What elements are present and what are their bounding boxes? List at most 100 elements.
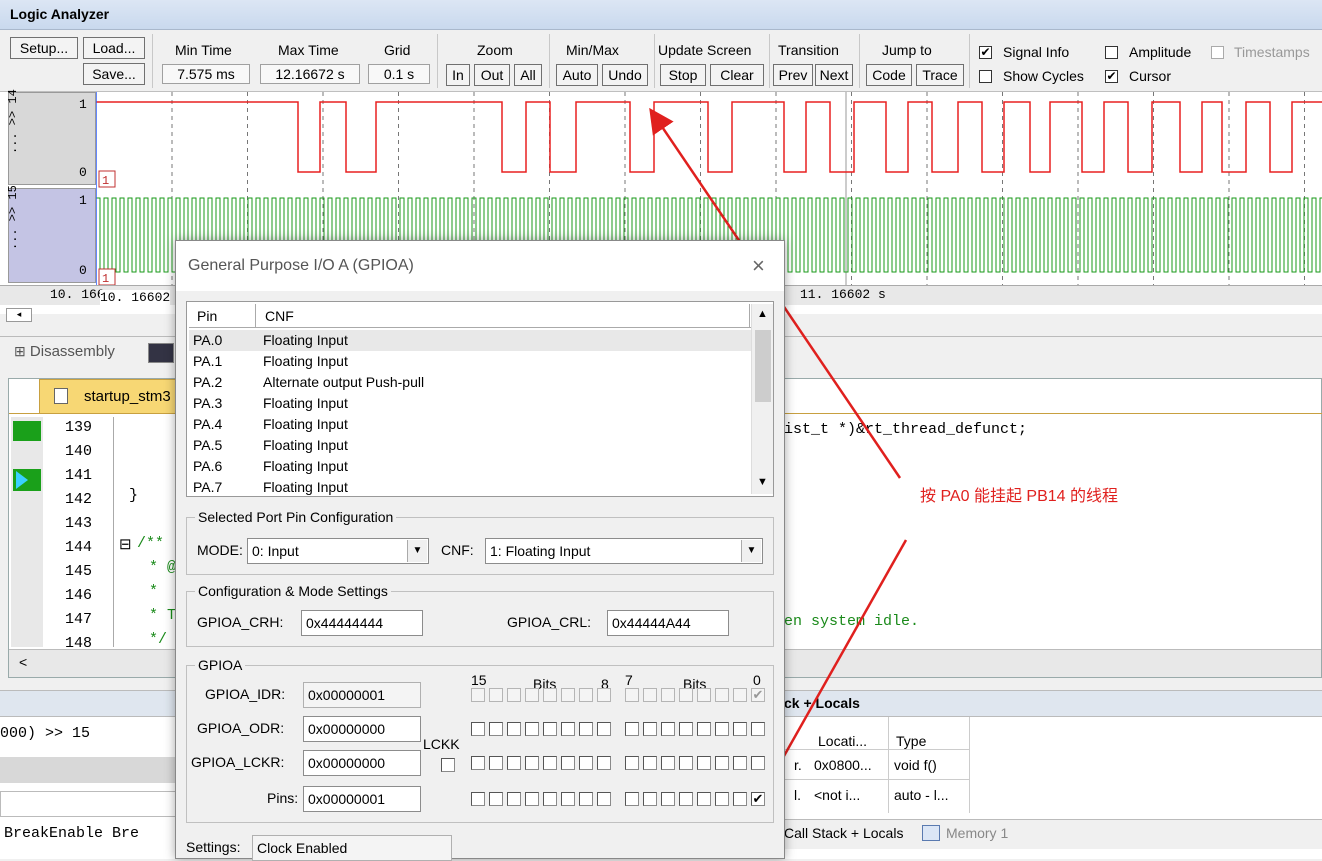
row1-location[interactable]: 0x0800... (814, 757, 872, 773)
bit-checkbox[interactable] (661, 756, 675, 770)
crh-field[interactable]: 0x44444444 (301, 610, 423, 636)
bit-checkbox[interactable] (489, 756, 503, 770)
tab-disassembly[interactable]: ⊞ Disassembly (14, 343, 115, 360)
bit-checkbox[interactable] (507, 722, 521, 736)
stop-button[interactable]: Stop (660, 64, 706, 86)
odr-field[interactable]: 0x00000000 (303, 716, 421, 742)
signal-info-checkbox[interactable]: ✔ (979, 46, 992, 59)
zoom-all-button[interactable]: All (514, 64, 542, 86)
bit-checkbox[interactable] (507, 756, 521, 770)
save-button[interactable]: Save... (83, 63, 145, 85)
bit-checkbox[interactable] (715, 722, 729, 736)
bit-checkbox[interactable]: ✔ (751, 792, 765, 806)
col-location-header[interactable]: Locati... (818, 733, 867, 749)
next-button[interactable]: Next (815, 64, 853, 86)
load-button[interactable]: Load... (83, 37, 145, 59)
bit-checkbox[interactable] (733, 792, 747, 806)
pin-column-header[interactable]: Pin (197, 308, 217, 324)
cursor-checkbox[interactable]: ✔ (1105, 70, 1118, 83)
undo-button[interactable]: Undo (602, 64, 648, 86)
tab-startup-file[interactable]: startup_stm3 (39, 379, 189, 413)
bit-checkbox[interactable] (661, 722, 675, 736)
signal-label-pb15[interactable]: ... >> 15 1 0 (6, 185, 96, 283)
pins-field[interactable]: 0x00000001 (303, 786, 421, 812)
fold-icon[interactable]: ⊟ (119, 535, 132, 554)
prev-button[interactable]: Prev (773, 64, 813, 86)
show-cycles-checkbox[interactable] (979, 70, 992, 83)
pin-row[interactable]: PA.0 Floating Input (189, 330, 751, 351)
bit-checkbox[interactable] (507, 792, 521, 806)
bit-checkbox[interactable] (733, 756, 747, 770)
bit-checkbox[interactable] (525, 756, 539, 770)
bit-checkbox[interactable] (525, 792, 539, 806)
close-icon[interactable]: × (752, 253, 765, 279)
clear-button[interactable]: Clear (710, 64, 764, 86)
bit-checkbox[interactable] (471, 756, 485, 770)
logic-analyzer-tab-icon[interactable] (148, 343, 174, 363)
bit-checkbox[interactable] (579, 756, 593, 770)
tab-memory[interactable]: Memory 1 (946, 825, 1008, 841)
bit-checkbox[interactable] (489, 792, 503, 806)
signal-label-pb14[interactable]: ... >> 14 1 0 (6, 89, 96, 185)
amplitude-checkbox[interactable] (1105, 46, 1118, 59)
pin-row[interactable]: PA.6 Floating Input (189, 456, 751, 477)
pin-table-scrollbar[interactable]: ▲ ▼ (751, 304, 773, 494)
command-scrollbar[interactable] (0, 757, 180, 783)
bit-checkbox[interactable] (643, 722, 657, 736)
lckk-checkbox[interactable] (441, 758, 455, 772)
cnf-column-header[interactable]: CNF (265, 308, 294, 324)
setup-button[interactable]: Setup... (10, 37, 78, 59)
tab-call-stack[interactable]: Call Stack + Locals (784, 825, 903, 841)
command-input[interactable] (0, 791, 180, 817)
chevron-down-icon[interactable]: ▼ (741, 540, 761, 562)
bit-checkbox[interactable] (751, 756, 765, 770)
bit-checkbox[interactable] (543, 722, 557, 736)
bit-checkbox[interactable] (579, 792, 593, 806)
bit-checkbox[interactable] (471, 792, 485, 806)
bit-checkbox[interactable] (715, 792, 729, 806)
bit-checkbox[interactable] (679, 792, 693, 806)
pin-row[interactable]: PA.3 Floating Input (189, 393, 751, 414)
bit-checkbox[interactable] (561, 792, 575, 806)
bit-checkbox[interactable] (625, 792, 639, 806)
row2-location[interactable]: <not i... (814, 787, 860, 803)
row2-type[interactable]: auto - l... (894, 787, 948, 803)
bit-checkbox[interactable] (543, 792, 557, 806)
jump-trace-button[interactable]: Trace (916, 64, 964, 86)
bit-checkbox[interactable] (579, 722, 593, 736)
scroll-thumb[interactable] (755, 330, 771, 402)
bit-checkbox[interactable] (543, 756, 557, 770)
bit-checkbox[interactable] (471, 722, 485, 736)
scroll-left-icon[interactable]: < (19, 654, 27, 670)
bit-checkbox[interactable] (715, 756, 729, 770)
zoom-in-button[interactable]: In (446, 64, 470, 86)
bit-checkbox[interactable] (625, 756, 639, 770)
bit-checkbox[interactable] (733, 722, 747, 736)
scroll-up-icon[interactable]: ▲ (757, 308, 768, 320)
pin-row[interactable]: PA.4 Floating Input (189, 414, 751, 435)
bit-checkbox[interactable] (643, 792, 657, 806)
bit-checkbox[interactable] (597, 756, 611, 770)
pin-row[interactable]: PA.5 Floating Input (189, 435, 751, 456)
zoom-out-button[interactable]: Out (474, 64, 510, 86)
crl-field[interactable]: 0x44444A44 (607, 610, 729, 636)
jump-code-button[interactable]: Code (866, 64, 912, 86)
bit-checkbox[interactable] (597, 722, 611, 736)
bit-checkbox[interactable] (625, 722, 639, 736)
bit-checkbox[interactable] (643, 756, 657, 770)
bit-checkbox[interactable] (561, 722, 575, 736)
bit-checkbox[interactable] (561, 756, 575, 770)
bit-checkbox[interactable] (597, 792, 611, 806)
scroll-down-icon[interactable]: ▼ (757, 476, 768, 488)
bit-checkbox[interactable] (679, 756, 693, 770)
lckr-field[interactable]: 0x00000000 (303, 750, 421, 776)
bit-checkbox[interactable] (697, 792, 711, 806)
bit-checkbox[interactable] (751, 722, 765, 736)
bit-checkbox[interactable] (679, 722, 693, 736)
bit-checkbox[interactable] (661, 792, 675, 806)
chevron-down-icon[interactable]: ▼ (407, 540, 427, 562)
pin-row[interactable]: PA.2 Alternate output Push-pull (189, 372, 751, 393)
pin-row[interactable]: PA.1 Floating Input (189, 351, 751, 372)
cnf-select[interactable]: 1: Floating Input ▼ (485, 538, 763, 564)
auto-button[interactable]: Auto (556, 64, 598, 86)
